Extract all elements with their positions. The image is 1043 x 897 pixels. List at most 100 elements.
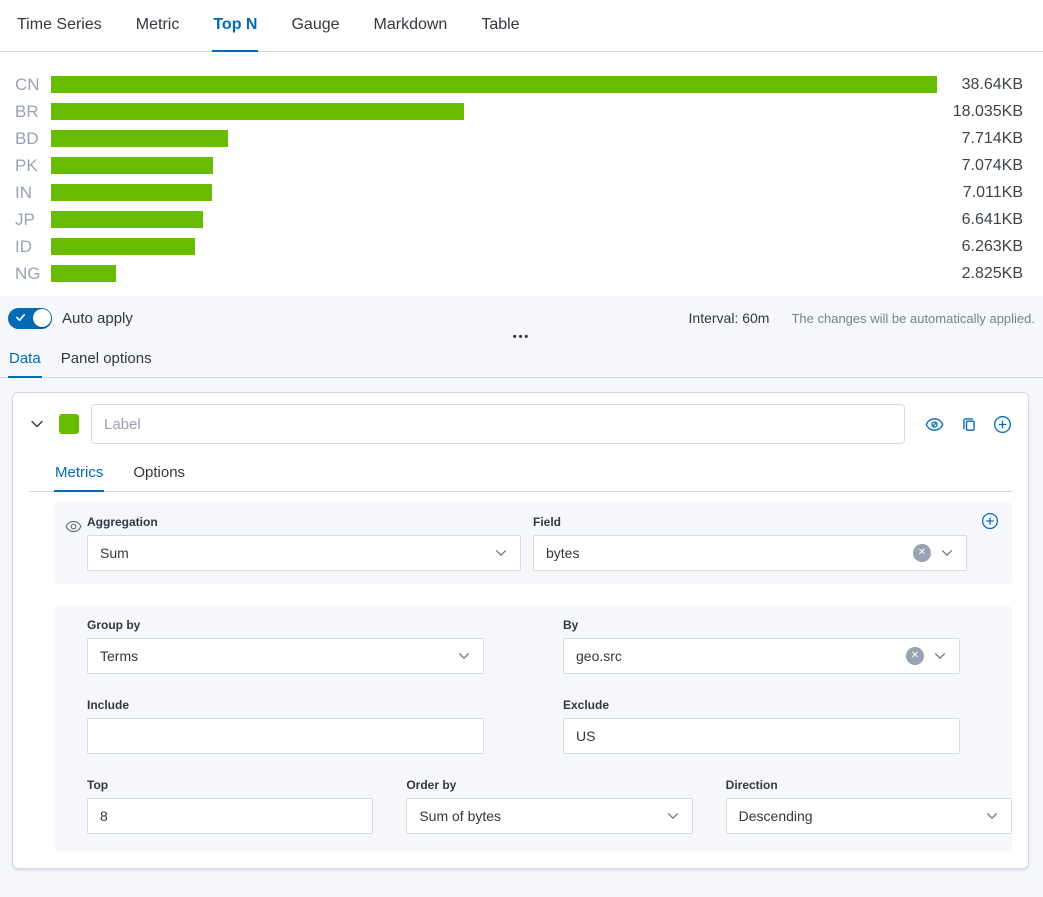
chart-row: BR18.035KB (15, 98, 1023, 125)
chart-row: ID6.263KB (15, 233, 1023, 260)
chevron-down-icon (29, 416, 45, 432)
order-by-label: Order by (406, 778, 692, 792)
eye-icon (925, 415, 944, 434)
order-by-select[interactable]: Sum of bytes (406, 798, 692, 834)
chart-row: CN 38.64KB (15, 71, 1023, 98)
tab-time-series[interactable]: Time Series (16, 0, 103, 52)
auto-apply-bar: Auto apply Interval: 60m The changes wil… (0, 296, 1043, 330)
chart-bar (51, 211, 203, 228)
chart-value-label: 7.074KB (937, 157, 1023, 175)
chart-category-label: JP (15, 210, 51, 230)
chart-value-label: 7.011KB (937, 184, 1023, 202)
chart-value-label: 2.825KB (937, 265, 1023, 283)
chart-category-label: NG (15, 264, 51, 284)
field-label: Field (533, 515, 967, 529)
field-combobox[interactable]: bytes ✕ (533, 535, 967, 571)
exclude-label: Exclude (563, 698, 960, 712)
group-by-panel: Group by Terms By geo.src ✕ (54, 606, 1012, 851)
top-input[interactable] (87, 798, 373, 834)
add-series-button[interactable] (993, 415, 1012, 434)
chart-bar-track (51, 265, 937, 282)
tab-panel-options[interactable]: Panel options (60, 345, 153, 378)
series-header-actions (925, 415, 1016, 434)
auto-apply-toggle[interactable] (8, 308, 52, 329)
add-metric-button[interactable] (980, 511, 999, 530)
chart-bar (51, 103, 464, 120)
clear-by-field-button[interactable]: ✕ (906, 647, 924, 665)
order-by-value: Sum of bytes (419, 808, 665, 824)
toggle-series-visibility-button[interactable] (925, 415, 944, 434)
chart-bar-track (51, 130, 937, 147)
auto-apply-label: Auto apply (62, 310, 133, 327)
series-color-swatch[interactable] (59, 414, 79, 434)
plus-circle-icon (981, 512, 999, 530)
series-card: Metrics Options Aggregation (12, 392, 1029, 869)
direction-select[interactable]: Descending (726, 798, 1012, 834)
resize-handle-icon[interactable]: ••• (513, 331, 531, 343)
check-icon (15, 312, 26, 323)
clear-field-button[interactable]: ✕ (913, 544, 931, 562)
direction-label: Direction (726, 778, 1012, 792)
chevron-down-icon (985, 809, 999, 823)
interval-label: Interval: 60m (689, 310, 770, 326)
plus-circle-icon (993, 415, 1012, 434)
by-field-combobox[interactable]: geo.src ✕ (563, 638, 960, 674)
metric-row: Aggregation Sum Field bytes ✕ (54, 502, 1012, 584)
exclude-input[interactable] (563, 718, 960, 754)
group-by-select[interactable]: Terms (87, 638, 484, 674)
chevron-down-icon (933, 649, 947, 663)
chart-row: NG 2.825KB (15, 260, 1023, 287)
toggle-knob (33, 309, 51, 327)
group-by-value: Terms (100, 648, 457, 664)
chart-value-label: 38.64KB (937, 76, 1023, 94)
metric-visibility-handle[interactable] (65, 518, 82, 540)
chevron-down-icon (494, 546, 508, 560)
tab-markdown[interactable]: Markdown (373, 0, 449, 52)
tab-top-n[interactable]: Top N (212, 0, 258, 52)
aggregation-label: Aggregation (87, 515, 521, 529)
topn-chart: CN 38.64KB BR18.035KB BD 7.714KB PK 7.074KB IN 7… (0, 52, 1043, 296)
chart-bar (51, 76, 937, 93)
aggregation-select[interactable]: Sum (87, 535, 521, 571)
chart-bar (51, 130, 228, 147)
group-by-label: Group by (87, 618, 484, 632)
clone-series-button[interactable] (959, 415, 978, 434)
eye-icon (65, 518, 82, 535)
series-label-input[interactable] (91, 404, 905, 444)
direction-value: Descending (739, 808, 985, 824)
editor-tabs: Data Panel options (0, 345, 1043, 378)
chart-value-label: 6.263KB (937, 238, 1023, 256)
chart-bar-track (51, 157, 937, 174)
tab-metric[interactable]: Metric (135, 0, 181, 52)
by-label: By (563, 618, 960, 632)
tab-data[interactable]: Data (8, 345, 42, 378)
auto-apply-note: The changes will be automatically applie… (791, 311, 1035, 326)
tab-options[interactable]: Options (132, 455, 186, 492)
include-input[interactable] (87, 718, 484, 754)
chart-category-label: BD (15, 129, 51, 149)
chart-category-label: PK (15, 156, 51, 176)
chart-bar (51, 157, 213, 174)
chart-value-label: 6.641KB (937, 211, 1023, 229)
chart-bar-track (51, 238, 937, 255)
chart-bar-track (51, 103, 937, 120)
chart-row: PK 7.074KB (15, 152, 1023, 179)
field-value: bytes (546, 545, 913, 561)
chart-value-label: 18.035KB (937, 103, 1023, 121)
chevron-down-icon (666, 809, 680, 823)
collapse-series-button[interactable] (28, 415, 46, 433)
aggregation-value: Sum (100, 545, 494, 561)
chart-value-label: 7.714KB (937, 130, 1023, 148)
chart-category-label: CN (15, 75, 51, 95)
by-field-value: geo.src (576, 648, 906, 664)
chart-bar (51, 238, 195, 255)
tab-table[interactable]: Table (480, 0, 520, 52)
tab-metrics[interactable]: Metrics (54, 455, 104, 492)
chart-row: IN 7.011KB (15, 179, 1023, 206)
chart-bar-track (51, 184, 937, 201)
editor-resize-row: ••• (0, 330, 1043, 345)
chart-category-label: IN (15, 183, 51, 203)
chart-bar-track (51, 76, 937, 93)
tab-gauge[interactable]: Gauge (290, 0, 340, 52)
visualization-type-tabs: Time Series Metric Top N Gauge Markdown … (0, 0, 1043, 52)
